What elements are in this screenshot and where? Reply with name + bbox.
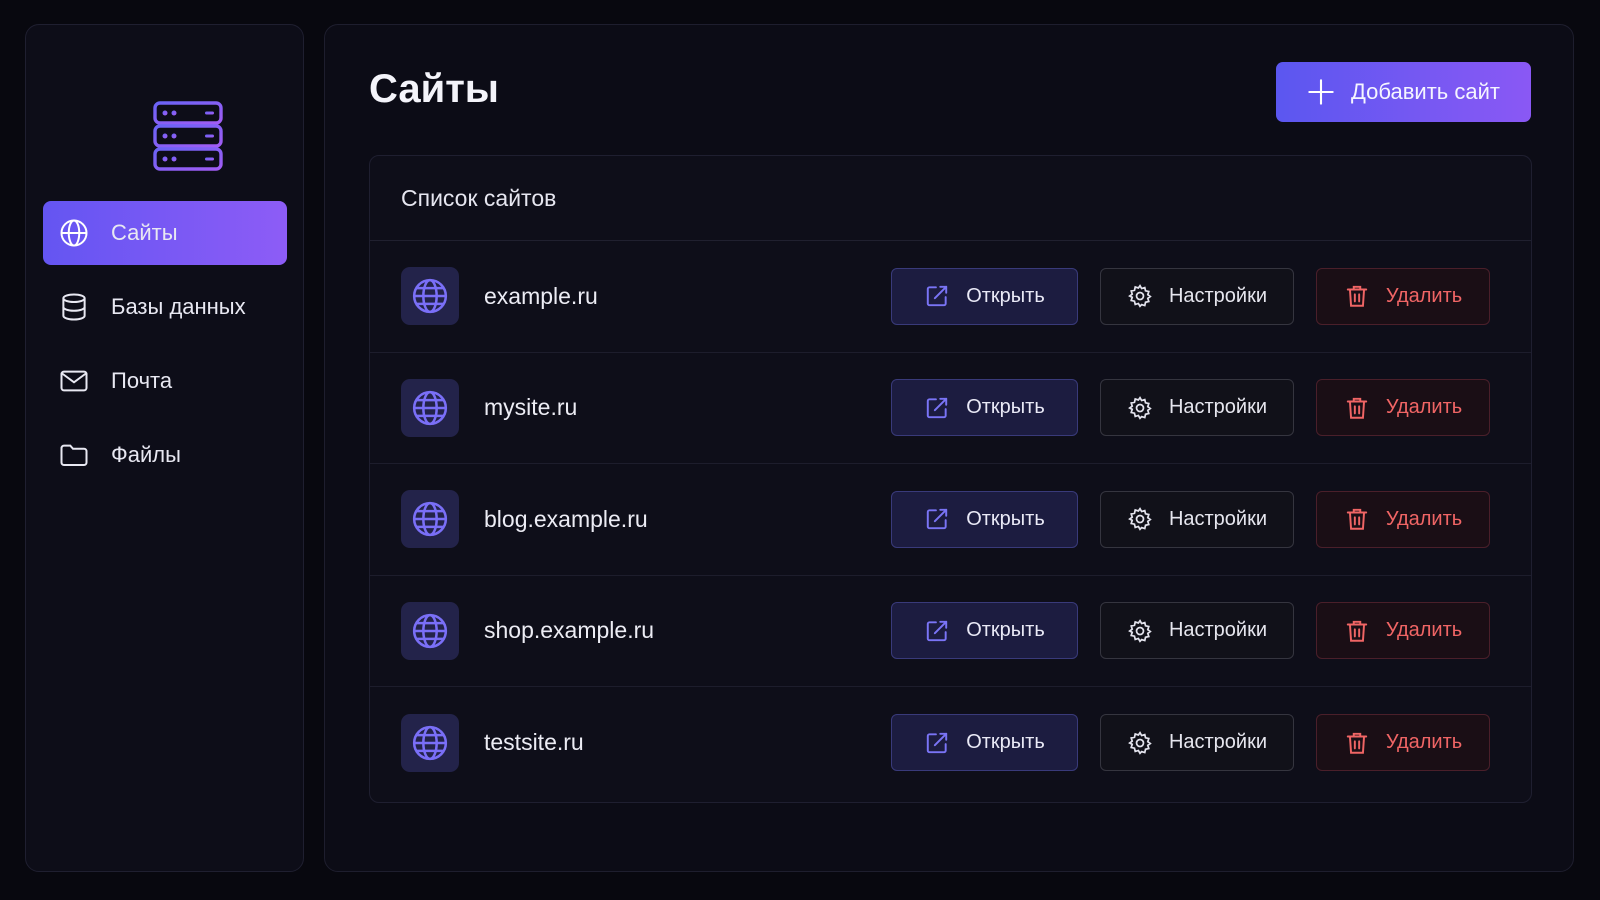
open-button[interactable]: Открыть xyxy=(891,267,1078,325)
delete-button-label: Удалить xyxy=(1385,619,1463,642)
external-link-icon xyxy=(927,509,948,530)
delete-button-label: Удалить xyxy=(1385,507,1463,530)
site-name: shop.example.ru xyxy=(484,617,655,644)
sites-list-card: Список сайтов example.ru Открыть Настрой… xyxy=(369,155,1532,803)
table-row: testsite.ru Открыть Настройки Удалить xyxy=(370,687,1531,799)
sidebar-item-label: Почта xyxy=(111,368,173,393)
sidebar-item-databases[interactable]: Базы данных xyxy=(43,275,287,339)
settings-button-label: Настройки xyxy=(1168,284,1268,307)
trash-icon xyxy=(1346,286,1367,307)
add-site-button-label: Добавить сайт xyxy=(1351,79,1500,104)
plus-icon xyxy=(1308,79,1334,105)
globe-icon xyxy=(401,490,459,549)
settings-button-label: Настройки xyxy=(1168,507,1268,530)
folder-icon xyxy=(59,440,89,470)
database-icon xyxy=(59,292,89,322)
delete-button[interactable]: Удалить xyxy=(1316,602,1490,660)
globe-icon xyxy=(401,601,459,660)
gear-icon xyxy=(1128,618,1152,643)
gear-icon xyxy=(1128,730,1152,755)
sidebar-item-label: Сайты xyxy=(111,220,178,245)
open-button[interactable]: Открыть xyxy=(891,714,1078,772)
table-row: example.ru Открыть Настройки Удалить xyxy=(370,241,1531,353)
app-root: Сайты Базы данных Почта Файлы Сайты Доба… xyxy=(0,0,1600,900)
sidebar-item-label: Базы данных xyxy=(111,294,246,319)
open-button-label: Открыть xyxy=(966,507,1045,530)
server-stack-icon xyxy=(153,101,225,171)
settings-button[interactable]: Настройки xyxy=(1100,602,1294,660)
delete-button[interactable]: Удалить xyxy=(1316,379,1490,437)
main-panel: Сайты Добавить сайт Список сайтов exampl… xyxy=(324,24,1574,872)
mail-icon xyxy=(59,366,89,396)
globe-icon xyxy=(401,378,459,437)
table-row: shop.example.ru Открыть Настройки Удалит… xyxy=(370,576,1531,687)
sidebar: Сайты Базы данных Почта Файлы xyxy=(25,24,304,872)
trash-icon xyxy=(1346,732,1367,754)
gear-icon xyxy=(1128,395,1152,420)
sidebar-nav: Сайты Базы данных Почта Файлы xyxy=(43,201,287,497)
open-button-label: Открыть xyxy=(966,619,1045,642)
site-name: blog.example.ru xyxy=(484,505,648,532)
site-name: mysite.ru xyxy=(484,394,578,421)
delete-button-label: Удалить xyxy=(1385,731,1463,754)
sidebar-item-files[interactable]: Файлы xyxy=(43,423,287,487)
settings-button-label: Настройки xyxy=(1168,731,1268,754)
page-title: Сайты xyxy=(369,67,499,111)
settings-button[interactable]: Настройки xyxy=(1100,490,1294,548)
external-link-icon xyxy=(927,286,948,307)
open-button-label: Открыть xyxy=(966,731,1045,754)
settings-button[interactable]: Настройки xyxy=(1100,379,1294,437)
external-link-icon xyxy=(927,732,948,753)
open-button-label: Открыть xyxy=(966,396,1045,419)
gear-icon xyxy=(1128,284,1152,308)
sites-list-title: Список сайтов xyxy=(370,156,1531,241)
gear-icon xyxy=(1128,507,1152,531)
trash-icon xyxy=(1346,620,1367,642)
trash-icon xyxy=(1346,509,1367,530)
settings-button-label: Настройки xyxy=(1168,619,1268,642)
delete-button-label: Удалить xyxy=(1385,396,1463,419)
open-button-label: Открыть xyxy=(966,284,1045,307)
delete-button[interactable]: Удалить xyxy=(1316,267,1490,325)
sidebar-item-mail[interactable]: Почта xyxy=(43,349,287,413)
delete-button-label: Удалить xyxy=(1385,284,1463,307)
external-link-icon xyxy=(927,620,948,641)
delete-button[interactable]: Удалить xyxy=(1316,490,1490,548)
globe-icon xyxy=(401,713,459,772)
add-site-button[interactable]: Добавить сайт xyxy=(1276,62,1531,122)
delete-button[interactable]: Удалить xyxy=(1316,714,1490,772)
table-row: blog.example.ru Открыть Настройки Удалит… xyxy=(370,464,1531,576)
open-button[interactable]: Открыть xyxy=(891,490,1078,548)
settings-button[interactable]: Настройки xyxy=(1100,714,1294,772)
external-link-icon xyxy=(927,397,948,418)
globe-icon xyxy=(401,267,459,326)
site-name: testsite.ru xyxy=(484,729,584,756)
table-row: mysite.ru Открыть Настройки Удалить xyxy=(370,353,1531,464)
site-name: example.ru xyxy=(484,282,598,309)
settings-button-label: Настройки xyxy=(1168,396,1268,419)
trash-icon xyxy=(1346,397,1367,419)
globe-icon xyxy=(59,218,89,248)
sidebar-item-label: Файлы xyxy=(111,442,181,467)
open-button[interactable]: Открыть xyxy=(891,379,1078,437)
sidebar-item-sites[interactable]: Сайты xyxy=(43,201,287,265)
settings-button[interactable]: Настройки xyxy=(1100,267,1294,325)
open-button[interactable]: Открыть xyxy=(891,602,1078,660)
